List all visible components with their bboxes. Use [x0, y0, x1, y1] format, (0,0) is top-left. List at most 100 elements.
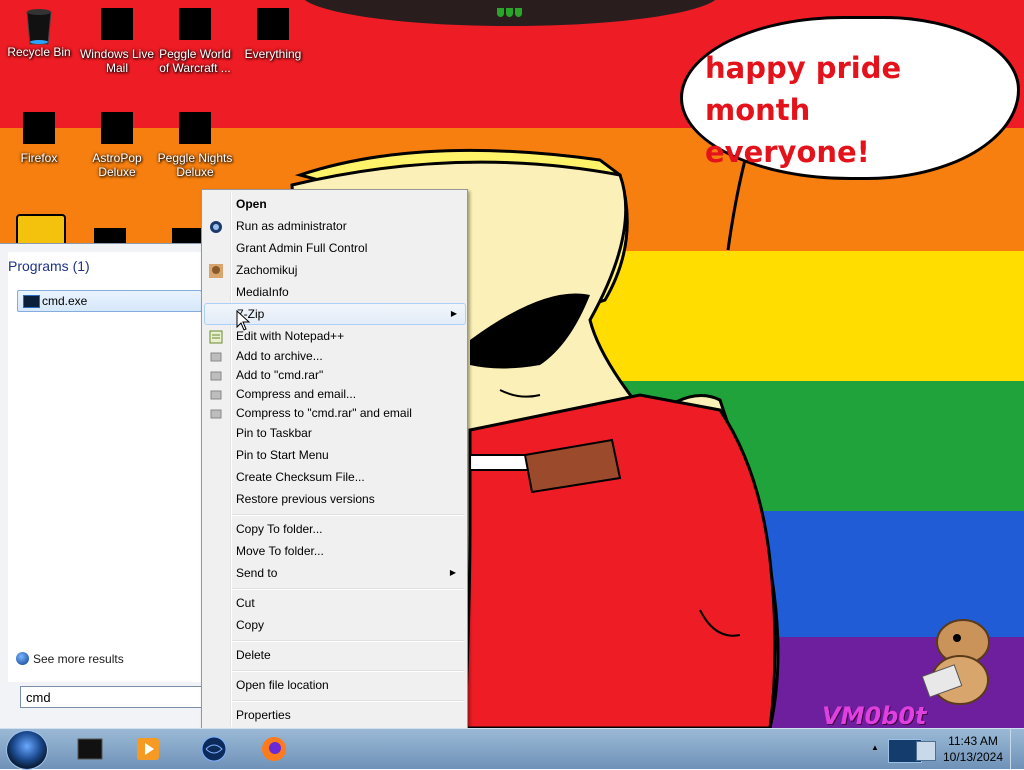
windows-live-mail-icon [99, 8, 135, 44]
menu-item-run-as-admin[interactable]: Run as administrator [204, 215, 464, 237]
menu-item-mediainfo[interactable]: MediaInfo [204, 281, 464, 303]
firefox-icon [260, 735, 288, 763]
recycle-bin-icon [21, 6, 57, 45]
media-player-icon [134, 735, 162, 763]
desktop-icon-partial[interactable] [172, 228, 204, 244]
desktop-icon-firefox[interactable]: Firefox [0, 110, 78, 165]
menu-item-label: Zachomikuj [236, 263, 298, 277]
menu-item-label: Run as administrator [236, 219, 347, 233]
menu-item-pin-start[interactable]: Pin to Start Menu [204, 444, 464, 466]
winrar-icon [209, 349, 223, 363]
menu-item-label: Delete [236, 648, 271, 662]
winrar-icon [209, 406, 223, 420]
desktop-icon-label: AstroPop Deluxe [92, 151, 142, 179]
start-orb-button[interactable] [6, 730, 48, 770]
desktop-icon-windows-live-mail[interactable]: Windows Live Mail [78, 6, 156, 75]
hamster-reading-illustration [921, 619, 990, 705]
menu-item-label: Pin to Start Menu [236, 448, 329, 462]
see-more-label: See more results [33, 652, 124, 666]
desktop-icon-peggle-nights[interactable]: Peggle Nights Deluxe [156, 110, 234, 179]
menu-item-label: Open [236, 197, 267, 211]
taskbar-pinned-browser[interactable] [186, 731, 242, 767]
menu-item-open-file-location[interactable]: Open file location [204, 674, 464, 696]
taskbar-pinned-firefox[interactable] [246, 731, 302, 767]
menu-item-pin-taskbar[interactable]: Pin to Taskbar [204, 422, 464, 444]
menu-item-label: Compress to "cmd.rar" and email [236, 406, 412, 420]
taskbar: ▲ 11:43 AM 10/13/2024 [0, 728, 1024, 770]
menu-item-label: Move To folder... [236, 544, 324, 558]
menu-item-label: Create Checksum File... [236, 470, 365, 484]
menu-item-label: Pin to Taskbar [236, 426, 312, 440]
see-more-results-link[interactable]: See more results [16, 652, 124, 666]
program-result-cmd[interactable]: cmd.exe [17, 290, 202, 312]
taskbar-clock[interactable]: 11:43 AM 10/13/2024 [940, 733, 1006, 765]
taskbar-pinned-terminal[interactable] [62, 731, 118, 767]
speech-bubble-text: happy pride month everyone! [705, 51, 902, 169]
menu-item-copy-to-folder[interactable]: Copy To folder... [204, 518, 464, 540]
menu-item-compress-cmd-rar-email[interactable]: Compress to "cmd.rar" and email [204, 402, 464, 424]
cmd-icon [23, 295, 40, 308]
menu-item-copy[interactable]: Copy [204, 614, 464, 636]
shield-icon [209, 219, 223, 233]
desktop-icon-astropop[interactable]: AstroPop Deluxe [78, 110, 156, 179]
start-menu: Programs (1) cmd.exe See more results cm… [0, 243, 213, 730]
taskbar-pinned-media-player[interactable] [120, 731, 176, 767]
menu-item-label: MediaInfo [236, 285, 289, 299]
context-menu: Open Run as administrator Grant Admin Fu… [201, 189, 468, 730]
menu-item-label: Properties [236, 708, 291, 722]
menu-separator [232, 670, 464, 672]
menu-item-label: Open file location [236, 678, 329, 692]
menu-item-restore-versions[interactable]: Restore previous versions [204, 488, 464, 510]
desktop-icon-label: Peggle Nights Deluxe [157, 151, 233, 179]
system-tray: ▲ [868, 729, 948, 769]
desktop-icon-everything[interactable]: Everything [234, 6, 312, 61]
hamster-icon [209, 263, 223, 278]
menu-item-label: Copy To folder... [236, 522, 323, 536]
firefox-icon [21, 112, 57, 148]
speech-bubble: happy pride month everyone! [680, 16, 1020, 180]
terminal-icon [76, 735, 104, 763]
peggle-nights-icon [177, 112, 213, 148]
menu-item-zachomikuj[interactable]: Zachomikuj [204, 259, 464, 281]
program-result-label: cmd.exe [42, 294, 88, 308]
menu-item-label: Restore previous versions [236, 492, 375, 506]
browser-globe-icon [200, 735, 228, 763]
notepadpp-icon [209, 329, 223, 344]
peggle-wow-icon [177, 8, 213, 44]
menu-item-open[interactable]: Open [204, 193, 464, 215]
menu-separator [232, 700, 464, 702]
astropop-icon [99, 112, 135, 148]
menu-separator [232, 588, 464, 590]
desktop-icon-label: Recycle Bin [7, 45, 71, 59]
start-search-input[interactable]: cmd [20, 686, 210, 708]
menu-item-send-to[interactable]: Send to ▶ [204, 562, 464, 584]
desktop-icon-label: Windows Live Mail [79, 47, 155, 75]
clock-time: 11:43 AM [948, 734, 998, 748]
programs-section-header: Programs (1) [8, 258, 90, 274]
desktop-icon-peggle-wow[interactable]: Peggle World of Warcraft ... [156, 6, 234, 75]
start-menu-results-pane [8, 252, 204, 682]
menu-item-label: Edit with Notepad++ [236, 329, 345, 343]
desktop-icon-recycle-bin[interactable]: Recycle Bin [0, 6, 78, 59]
menu-item-delete[interactable]: Delete [204, 644, 464, 666]
submenu-arrow-icon: ▶ [449, 568, 456, 577]
desktop-icon-partial[interactable] [94, 228, 126, 244]
menu-item-cut[interactable]: Cut [204, 592, 464, 614]
submenu-arrow-icon: ▶ [450, 309, 457, 318]
menu-separator [232, 640, 464, 642]
menu-item-create-checksum[interactable]: Create Checksum File... [204, 466, 464, 488]
menu-item-label: Copy [236, 618, 265, 632]
menu-item-move-to-folder[interactable]: Move To folder... [204, 540, 464, 562]
winrar-icon [209, 368, 223, 382]
show-desktop-button[interactable] [1010, 729, 1024, 769]
tray-expand-icon[interactable]: ▲ [871, 743, 879, 752]
desktop-icon-label: Peggle World of Warcraft ... [159, 47, 231, 75]
winrar-icon [209, 387, 223, 401]
desktop-icon-label: Firefox [20, 151, 58, 165]
menu-item-label: Grant Admin Full Control [236, 241, 368, 255]
watermark-text: VM0b0t [822, 702, 927, 728]
search-globe-icon [16, 652, 29, 665]
menu-item-properties[interactable]: Properties [204, 704, 464, 726]
menu-item-grant-admin[interactable]: Grant Admin Full Control [204, 237, 464, 259]
volume-icon[interactable] [916, 741, 936, 761]
